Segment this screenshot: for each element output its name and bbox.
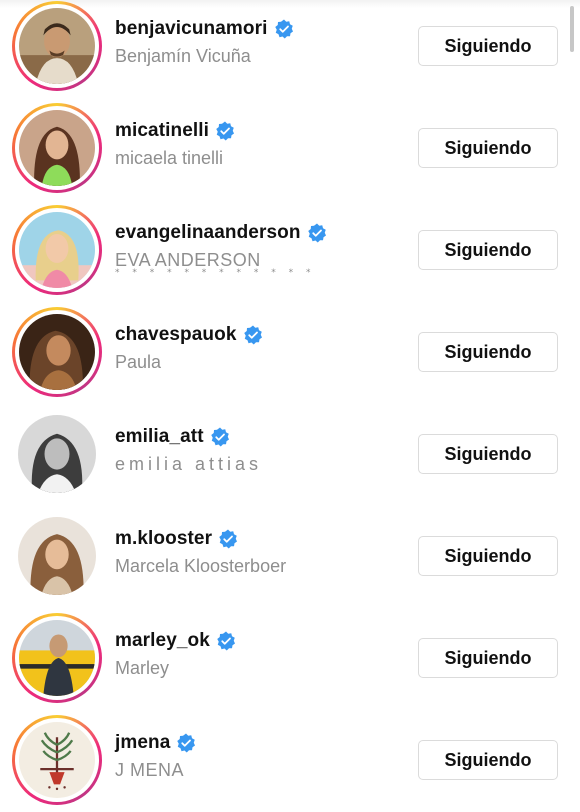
full-name: emilia attias xyxy=(115,454,263,474)
account-row[interactable]: jmena J MENA Siguiendo xyxy=(0,714,580,812)
full-name: J MENA xyxy=(115,760,185,780)
person-photo-avatar-icon xyxy=(18,517,96,595)
avatar[interactable] xyxy=(19,620,95,696)
avatar-story-ring[interactable] xyxy=(12,715,102,805)
avatar[interactable] xyxy=(19,722,95,798)
avatar-container[interactable] xyxy=(12,409,102,499)
verified-badge-icon xyxy=(210,427,230,447)
username[interactable]: chavespauok xyxy=(115,324,237,346)
verified-badge-icon xyxy=(274,19,294,39)
avatar[interactable] xyxy=(18,415,96,493)
following-button[interactable]: Siguiendo xyxy=(418,536,558,576)
person-photo-avatar-icon xyxy=(19,8,95,84)
person-photo-avatar-icon xyxy=(19,110,95,186)
account-row[interactable]: micatinelli micaela tinelli Siguiendo xyxy=(0,102,580,204)
person-photo-avatar-icon xyxy=(19,212,95,288)
account-row[interactable]: evangelinaanderson EVA ANDERSON * * * * … xyxy=(0,204,580,306)
avatar[interactable] xyxy=(18,517,96,595)
avatar[interactable] xyxy=(19,212,95,288)
following-button[interactable]: Siguiendo xyxy=(418,434,558,474)
following-button[interactable]: Siguiendo xyxy=(418,26,558,66)
username[interactable]: emilia_att xyxy=(115,426,204,448)
username[interactable]: m.klooster xyxy=(115,528,212,550)
person-photo-avatar-icon xyxy=(19,620,95,696)
account-row[interactable]: m.klooster Marcela Kloosterboer Siguiend… xyxy=(0,510,580,612)
person-photo-avatar-icon xyxy=(18,415,96,493)
avatar-story-ring[interactable] xyxy=(12,307,102,397)
account-row[interactable]: benjavicunamori Benjamín Vicuña Siguiend… xyxy=(0,0,580,102)
avatar-story-ring[interactable] xyxy=(12,205,102,295)
full-name: Marley xyxy=(115,658,170,678)
following-list-screen: benjavicunamori Benjamín Vicuña Siguiend… xyxy=(0,0,580,812)
full-name: Benjamín Vicuña xyxy=(115,46,251,66)
username[interactable]: jmena xyxy=(115,732,170,754)
avatar-container[interactable] xyxy=(12,511,102,601)
verified-badge-icon xyxy=(215,121,235,141)
username[interactable]: benjavicunamori xyxy=(115,18,268,40)
verified-badge-icon xyxy=(216,631,236,651)
following-button[interactable]: Siguiendo xyxy=(418,128,558,168)
account-row[interactable]: marley_ok Marley Siguiendo xyxy=(0,612,580,714)
person-photo-avatar-icon xyxy=(19,314,95,390)
full-name: Marcela Kloosterboer xyxy=(115,556,287,576)
plant-logo-avatar-icon xyxy=(19,722,95,798)
avatar-story-ring[interactable] xyxy=(12,103,102,193)
account-row[interactable]: chavespauok Paula Siguiendo xyxy=(0,306,580,408)
following-button[interactable]: Siguiendo xyxy=(418,638,558,678)
following-button[interactable]: Siguiendo xyxy=(418,332,558,372)
verified-badge-icon xyxy=(176,733,196,753)
avatar-story-ring[interactable] xyxy=(12,1,102,91)
avatar[interactable] xyxy=(19,110,95,186)
username[interactable]: marley_ok xyxy=(115,630,210,652)
username[interactable]: evangelinaanderson xyxy=(115,222,301,244)
username[interactable]: micatinelli xyxy=(115,120,209,142)
account-row[interactable]: emilia_att emilia attias Siguiendo xyxy=(0,408,580,510)
verified-badge-icon xyxy=(307,223,327,243)
verified-badge-icon xyxy=(243,325,263,345)
following-button[interactable]: Siguiendo xyxy=(418,230,558,270)
avatar[interactable] xyxy=(19,8,95,84)
verified-badge-icon xyxy=(218,529,238,549)
avatar[interactable] xyxy=(19,314,95,390)
avatar-story-ring[interactable] xyxy=(12,613,102,703)
full-name: Paula xyxy=(115,352,162,372)
full-name: micaela tinelli xyxy=(115,148,224,168)
name-decoration: * * * * * * * * * * * * xyxy=(115,268,316,278)
following-button[interactable]: Siguiendo xyxy=(418,740,558,780)
